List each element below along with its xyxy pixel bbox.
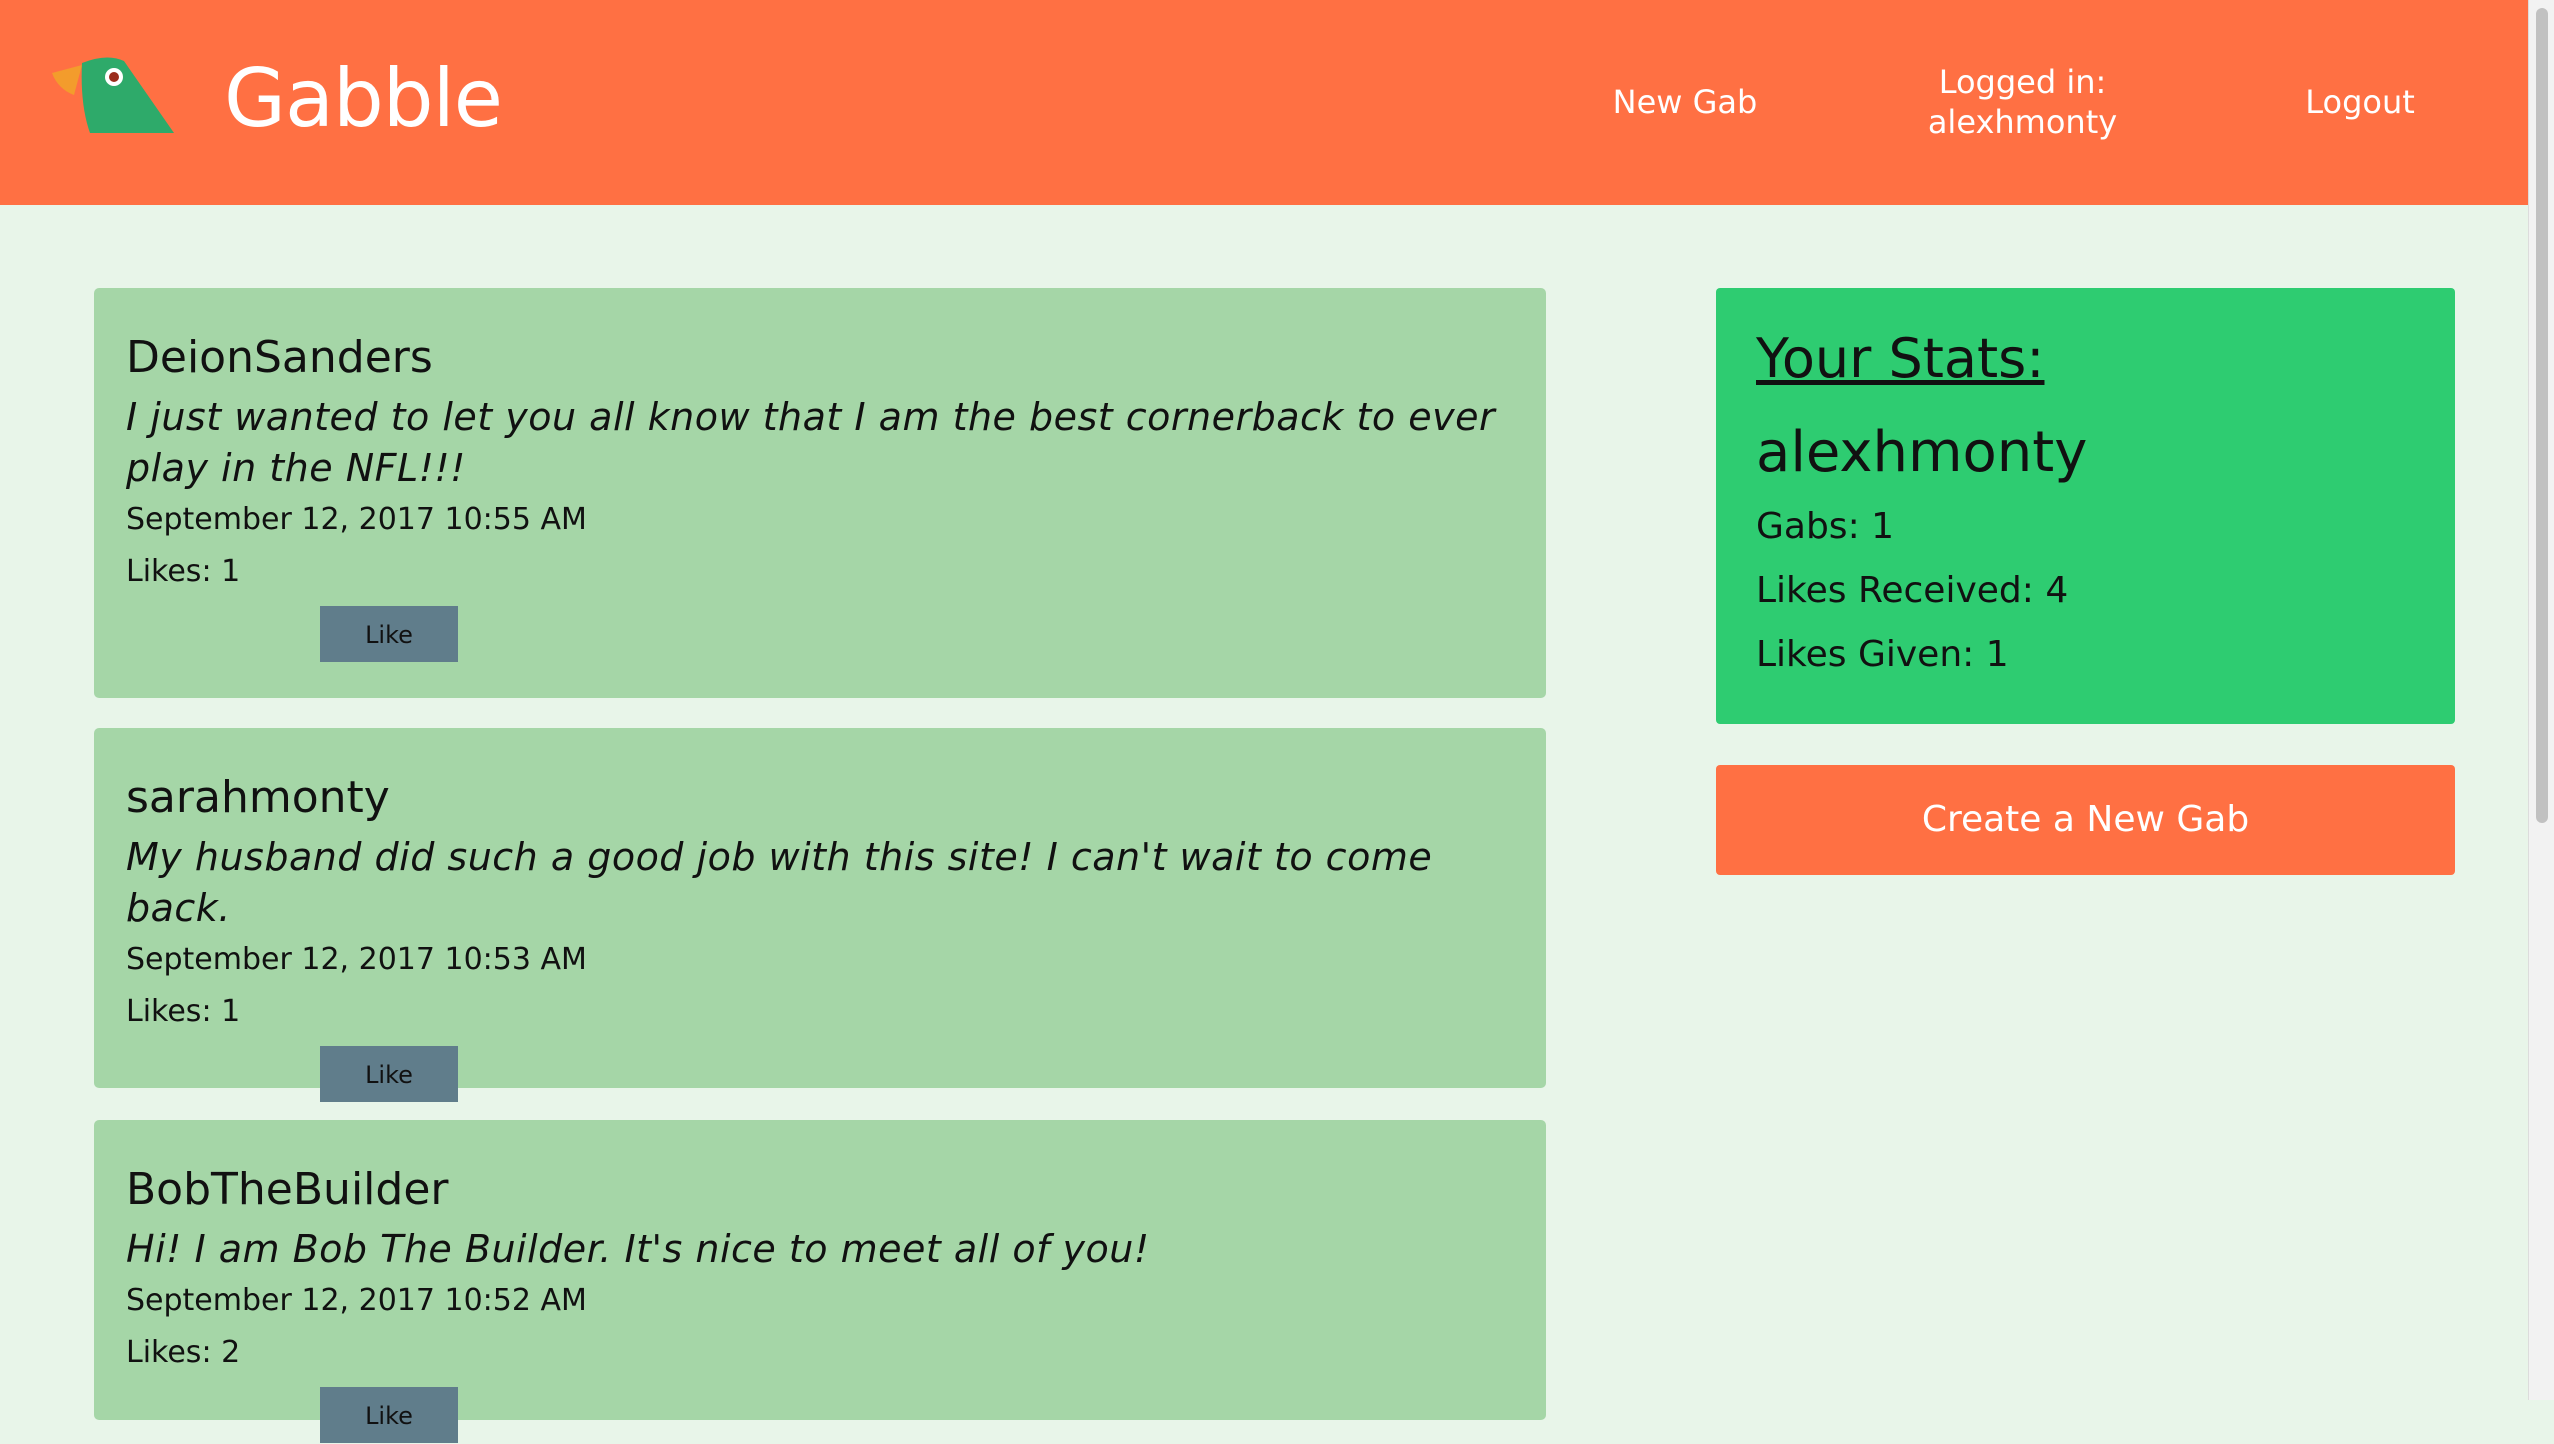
user-stats-panel: Your Stats: alexhmonty Gabs: 1 Likes Rec… [1716,288,2455,724]
like-button[interactable]: Like [320,1046,458,1102]
logged-in-username: alexhmonty [1927,103,2118,141]
stats-title: Your Stats: [1756,327,2045,390]
nav-logout-link[interactable]: Logout [2290,82,2430,122]
gab-likes-count: Likes: 1 [126,994,241,1029]
top-nav-bar: Gabble New Gab Logged in: alexhmonty Log… [0,0,2528,205]
gab-text: My husband did such a good job with this… [126,835,1433,930]
page-scrollbar[interactable] [2528,0,2554,1400]
like-button[interactable]: Like [320,606,458,662]
logged-in-label: Logged in: [1938,63,2107,101]
gab-date: September 12, 2017 10:52 AM [126,1283,587,1318]
gab-text: I just wanted to let you all know that I… [126,395,1496,490]
stats-gabs-count: Gabs: 1 [1756,506,1895,547]
gab-card: BobTheBuilder Hi! I am Bob The Builder. … [94,1120,1546,1443]
gab-date: September 12, 2017 10:53 AM [126,942,587,977]
stats-likes-given: Likes Given: 1 [1756,634,2009,675]
gab-text: Hi! I am Bob The Builder. It's nice to m… [126,1227,1150,1271]
brand-title[interactable]: Gabble [224,52,503,145]
gab-author: sarahmonty [126,772,390,823]
gab-likes-count: Likes: 1 [126,554,241,589]
stats-username: alexhmonty [1756,420,2088,485]
parrot-logo-icon[interactable] [52,55,177,135]
nav-new-gab-link[interactable]: New Gab [1590,82,1780,122]
scrollbar-thumb[interactable] [2536,8,2548,823]
gab-likes-count: Likes: 2 [126,1335,241,1370]
stats-likes-received: Likes Received: 4 [1756,570,2069,611]
logged-in-status: Logged in: alexhmonty [1900,62,2145,142]
create-new-gab-button[interactable]: Create a New Gab [1716,765,2455,875]
gab-author: DeionSanders [126,332,433,383]
gab-date: September 12, 2017 10:55 AM [126,502,587,537]
gab-author: BobTheBuilder [126,1164,449,1215]
like-button[interactable]: Like [320,1387,458,1443]
gab-card: DeionSanders I just wanted to let you al… [94,288,1546,698]
gab-card: sarahmonty My husband did such a good jo… [94,728,1546,1102]
